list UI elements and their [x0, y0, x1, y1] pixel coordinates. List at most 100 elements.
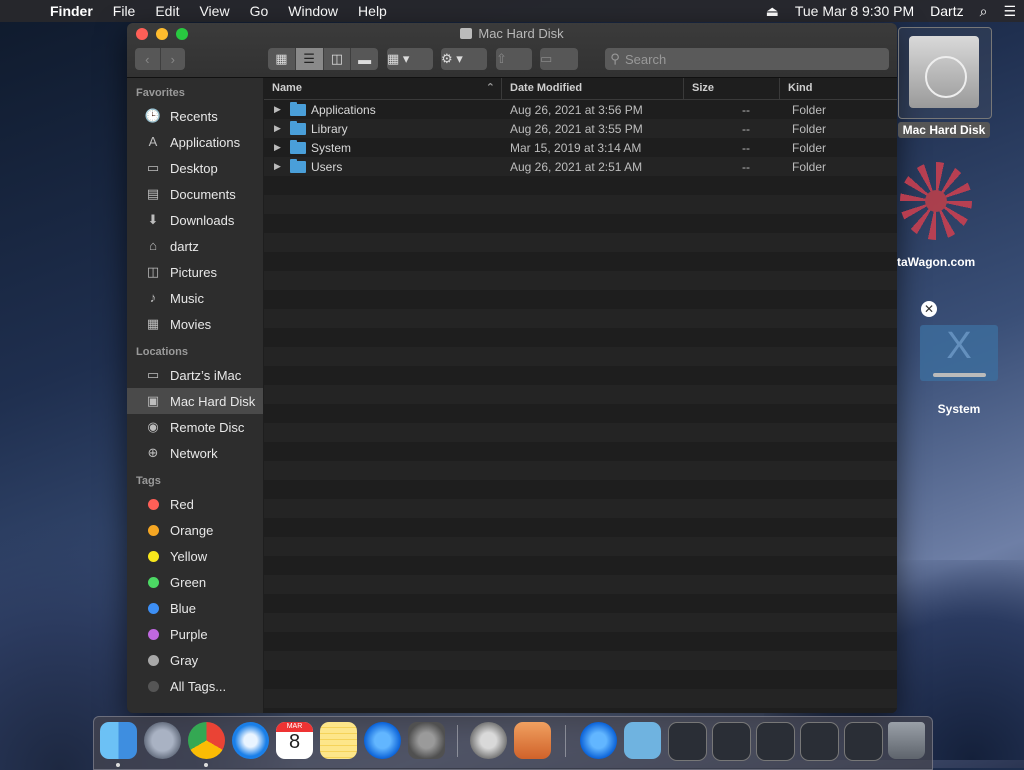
sidebar: Favorites 🕒 Recents A Applications ▭ Deskto…: [127, 78, 263, 713]
cancel-copy-icon[interactable]: ✕: [921, 301, 937, 317]
sidebar-all-tags[interactable]: All Tags...: [127, 673, 263, 699]
sidebar-item-home[interactable]: ⌂ dartz: [127, 233, 263, 259]
sidebar-item-documents[interactable]: ▤ Documents: [127, 181, 263, 207]
window-thumbnail-dock-icon[interactable]: [712, 722, 751, 761]
app-store-dock-icon[interactable]: [364, 722, 401, 759]
sidebar-item-pictures[interactable]: ◫ Pictures: [127, 259, 263, 285]
share-button[interactable]: ⇧: [496, 48, 532, 70]
notification-center-icon[interactable]: ☰: [995, 3, 1024, 20]
column-header-kind[interactable]: Kind: [780, 78, 897, 99]
back-button[interactable]: ‹: [135, 48, 161, 70]
sidebar-tag-gray[interactable]: Gray: [127, 647, 263, 673]
sidebar-item-mac-hard-disk[interactable]: ▣ Mac Hard Disk: [127, 388, 263, 414]
menu-help[interactable]: Help: [348, 0, 397, 22]
sidebar-item-label: Downloads: [170, 212, 235, 228]
nav-buttons: ‹ ›: [135, 48, 185, 70]
menu-file[interactable]: File: [103, 0, 146, 22]
sidebar-item-recents[interactable]: 🕒 Recents: [127, 103, 263, 129]
desktop-webloc-label[interactable]: taWagon.com: [897, 255, 997, 269]
downloads-folder-dock-icon[interactable]: [624, 722, 661, 759]
table-row[interactable]: ▶ Users Aug 26, 2021 at 2:51 AM -- Folder: [264, 157, 897, 176]
finder-dock-icon[interactable]: [100, 722, 137, 759]
sidebar-tag-orange[interactable]: Orange: [127, 517, 263, 543]
menu-user[interactable]: Dartz: [922, 3, 971, 19]
sidebar-section-locations: Locations: [136, 346, 188, 358]
safari-dock-icon[interactable]: [232, 722, 269, 759]
camera-icon: ◫: [146, 264, 160, 279]
table-row[interactable]: ▶ Applications Aug 26, 2021 at 3:56 PM --…: [264, 100, 897, 119]
notes-dock-icon[interactable]: [320, 722, 357, 759]
row-kind: Folder: [792, 140, 827, 155]
menu-go[interactable]: Go: [240, 0, 279, 22]
row-size: --: [742, 121, 750, 136]
menu-app-finder[interactable]: Finder: [40, 0, 103, 22]
sidebar-tag-blue[interactable]: Blue: [127, 595, 263, 621]
launchpad-dock-icon[interactable]: [144, 722, 181, 759]
eject-icon[interactable]: ⏏: [758, 3, 787, 20]
sidebar-section-tags: Tags: [136, 475, 161, 487]
sidebar-item-music[interactable]: ♪ Music: [127, 285, 263, 311]
table-row[interactable]: ▶ Library Aug 26, 2021 at 3:55 PM -- Fold…: [264, 119, 897, 138]
disclosure-triangle-icon[interactable]: ▶: [274, 123, 290, 134]
chrome-dock-icon[interactable]: [188, 722, 225, 759]
window-thumbnail-dock-icon[interactable]: [844, 722, 883, 761]
disclosure-triangle-icon[interactable]: ▶: [274, 142, 290, 153]
sidebar-item-movies[interactable]: ▦ Movies: [127, 311, 263, 337]
desktop-hard-disk-label[interactable]: Mac Hard Disk: [898, 122, 990, 138]
sidebar-item-desktop[interactable]: ▭ Desktop: [127, 155, 263, 181]
sidebar-tag-green[interactable]: Green: [127, 569, 263, 595]
tag-color-dot: [148, 576, 159, 588]
forward-button[interactable]: ›: [161, 48, 186, 70]
row-size: --: [742, 102, 750, 117]
macos-x-glyph: X: [946, 325, 972, 367]
sidebar-item-downloads[interactable]: ⬇ Downloads: [127, 207, 263, 233]
sidebar-item-imac[interactable]: ▭ Dartz’s iMac: [127, 362, 263, 388]
search-field[interactable]: ⚲ Search: [605, 48, 889, 70]
sidebar-item-label: Dartz’s iMac: [170, 367, 242, 383]
column-header-date[interactable]: Date Modified: [502, 78, 684, 99]
column-header-name[interactable]: Name ⌃: [264, 78, 502, 99]
trash-dock-icon[interactable]: [888, 722, 925, 759]
edit-tags-button[interactable]: ▭: [540, 48, 578, 70]
disclosure-triangle-icon[interactable]: ▶: [274, 161, 290, 172]
list-view-button[interactable]: ☰: [295, 48, 324, 70]
calendar-dock-icon[interactable]: MAR 8: [276, 722, 313, 759]
sidebar-item-network[interactable]: ⊕ Network: [127, 440, 263, 466]
icon-view-button[interactable]: ▦: [268, 48, 296, 70]
calendar-day: 8: [288, 731, 301, 753]
window-thumbnail-dock-icon[interactable]: [756, 722, 795, 761]
row-name: Library: [311, 121, 348, 136]
column-view-button[interactable]: ◫: [324, 48, 352, 70]
sidebar-tag-red[interactable]: Red: [127, 491, 263, 517]
archive-utility-dock-icon[interactable]: [514, 722, 551, 759]
download-icon: ⬇: [147, 212, 159, 227]
column-header-size[interactable]: Size: [684, 78, 780, 99]
desktop-system-label[interactable]: System: [920, 402, 998, 416]
sidebar-tag-yellow[interactable]: Yellow: [127, 543, 263, 569]
app-store-download-dock-icon[interactable]: [580, 722, 617, 759]
action-button[interactable]: ⚙ ▾: [441, 48, 487, 70]
sidebar-item-remote-disc[interactable]: ◉ Remote Disc: [127, 414, 263, 440]
sidebar-item-label: Mac Hard Disk: [170, 393, 256, 409]
gallery-view-button[interactable]: ▬: [351, 48, 378, 70]
sidebar-item-applications[interactable]: A Applications: [127, 129, 263, 155]
spotlight-search-icon[interactable]: ⌕: [972, 3, 996, 20]
menu-view[interactable]: View: [189, 0, 239, 22]
window-thumbnail-dock-icon[interactable]: [800, 722, 839, 761]
copy-progress-bar: [933, 373, 986, 377]
group-by-button[interactable]: ▦ ▾: [387, 48, 433, 70]
desktop-hard-disk-icon[interactable]: [898, 27, 992, 119]
menu-window[interactable]: Window: [278, 0, 348, 22]
automator-dock-icon[interactable]: [470, 722, 507, 759]
row-name: System: [311, 140, 352, 155]
desktop-webloc-icon[interactable]: [900, 162, 972, 240]
menu-edit[interactable]: Edit: [145, 0, 189, 22]
menu-clock[interactable]: Tue Mar 8 9:30 PM: [787, 3, 922, 19]
sidebar-tag-purple[interactable]: Purple: [127, 621, 263, 647]
globe-icon: ⊕: [147, 445, 159, 460]
disclosure-triangle-icon[interactable]: ▶: [274, 104, 290, 115]
table-row[interactable]: ▶ System Mar 15, 2019 at 3:14 AM -- Folde…: [264, 138, 897, 157]
window-thumbnail-dock-icon[interactable]: [668, 722, 707, 761]
system-preferences-dock-icon[interactable]: [408, 722, 445, 759]
file-list: Name ⌃ Date Modified Size Kind ▶ Applicati…: [264, 78, 897, 713]
